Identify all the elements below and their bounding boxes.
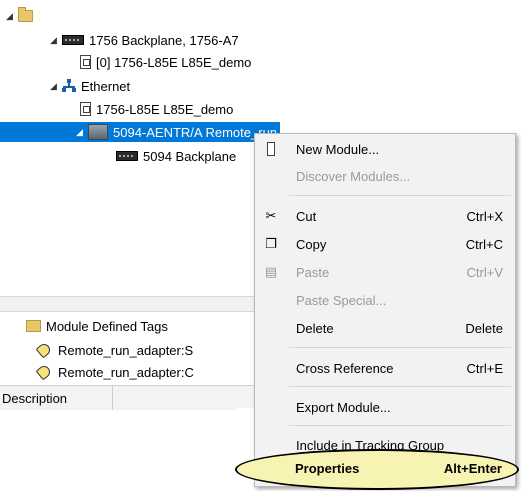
tag-item[interactable]: Remote_run_adapter:C [35,362,194,382]
module-icon [80,102,91,116]
tree-item-ethernet-controller[interactable]: 1756-L85E L85E_demo [80,99,233,119]
tags-panel: Module Defined Tags Remote_run_adapter:S… [0,312,262,384]
tree-item-label: [0] 1756-L85E L85E_demo [96,54,252,70]
paste-icon: ▤ [264,264,278,279]
context-menu: New Module... Discover Modules... ✂ Cut … [254,133,516,487]
expand-arrow-icon[interactable]: ◢ [50,35,62,46]
scissors-icon: ✂ [265,208,277,223]
menu-separator [289,195,511,196]
tag-icon [35,363,53,381]
new-module-icon [263,141,279,157]
module-icon [80,55,91,69]
expand-arrow-icon[interactable]: ◢ [6,11,18,22]
tree-item-label: 1756-L85E L85E_demo [96,101,234,117]
menu-item-cross-reference[interactable]: Cross Reference Ctrl+E [255,355,515,381]
menu-item-paste-special[interactable]: Paste Special... [255,287,515,313]
expand-arrow-icon[interactable]: ◢ [50,81,62,92]
tag-label: Remote_run_adapter:C [58,364,194,380]
expand-arrow-icon[interactable]: ◢ [76,127,88,138]
tree-item-label: Ethernet [81,78,131,94]
menu-item-export-module[interactable]: Export Module... [255,394,515,420]
tree-item-5094-backplane[interactable]: 5094 Backplane [116,146,236,166]
tags-panel-header[interactable]: Module Defined Tags [26,316,168,336]
menu-item-delete[interactable]: Delete Delete [255,315,515,341]
description-label: Description [2,390,68,406]
folder-icon [26,320,41,332]
tree-item-controller[interactable]: [0] 1756-L85E L85E_demo [80,52,251,72]
copy-icon: ❐ [265,236,277,251]
column-divider[interactable] [112,386,113,410]
tag-icon [35,341,53,359]
tree-item-backplane[interactable]: ◢ 1756 Backplane, 1756-A7 [50,30,239,50]
backplane-icon [62,35,84,45]
network-icon [62,79,76,93]
menu-item-copy[interactable]: ❐ Copy Ctrl+C [255,231,515,257]
tag-label: Remote_run_adapter:S [58,342,194,358]
tree-item-label: 1756 Backplane, 1756-A7 [89,32,239,48]
menu-item-paste[interactable]: ▤ Paste Ctrl+V [255,259,515,285]
menu-separator [289,386,511,387]
panel-splitter[interactable] [0,296,262,312]
adapter-icon [88,124,108,140]
menu-item-discover-modules[interactable]: Discover Modules... [255,163,515,189]
tree-item-ethernet[interactable]: ◢ Ethernet [50,76,130,96]
tag-item[interactable]: Remote_run_adapter:S [35,340,194,360]
menu-separator [289,347,511,348]
description-header: Description [0,385,262,410]
menu-item-properties[interactable]: Properties Alt+Enter [254,455,514,481]
tree-root-row[interactable]: ◢ [6,6,38,26]
menu-separator [289,425,511,426]
tags-panel-title: Module Defined Tags [46,318,168,334]
folder-icon [18,7,33,22]
backplane-icon [116,151,138,161]
tree-item-label: 5094 Backplane [143,148,237,164]
menu-item-cut[interactable]: ✂ Cut Ctrl+X [255,203,515,229]
menu-item-new-module[interactable]: New Module... [255,136,515,162]
